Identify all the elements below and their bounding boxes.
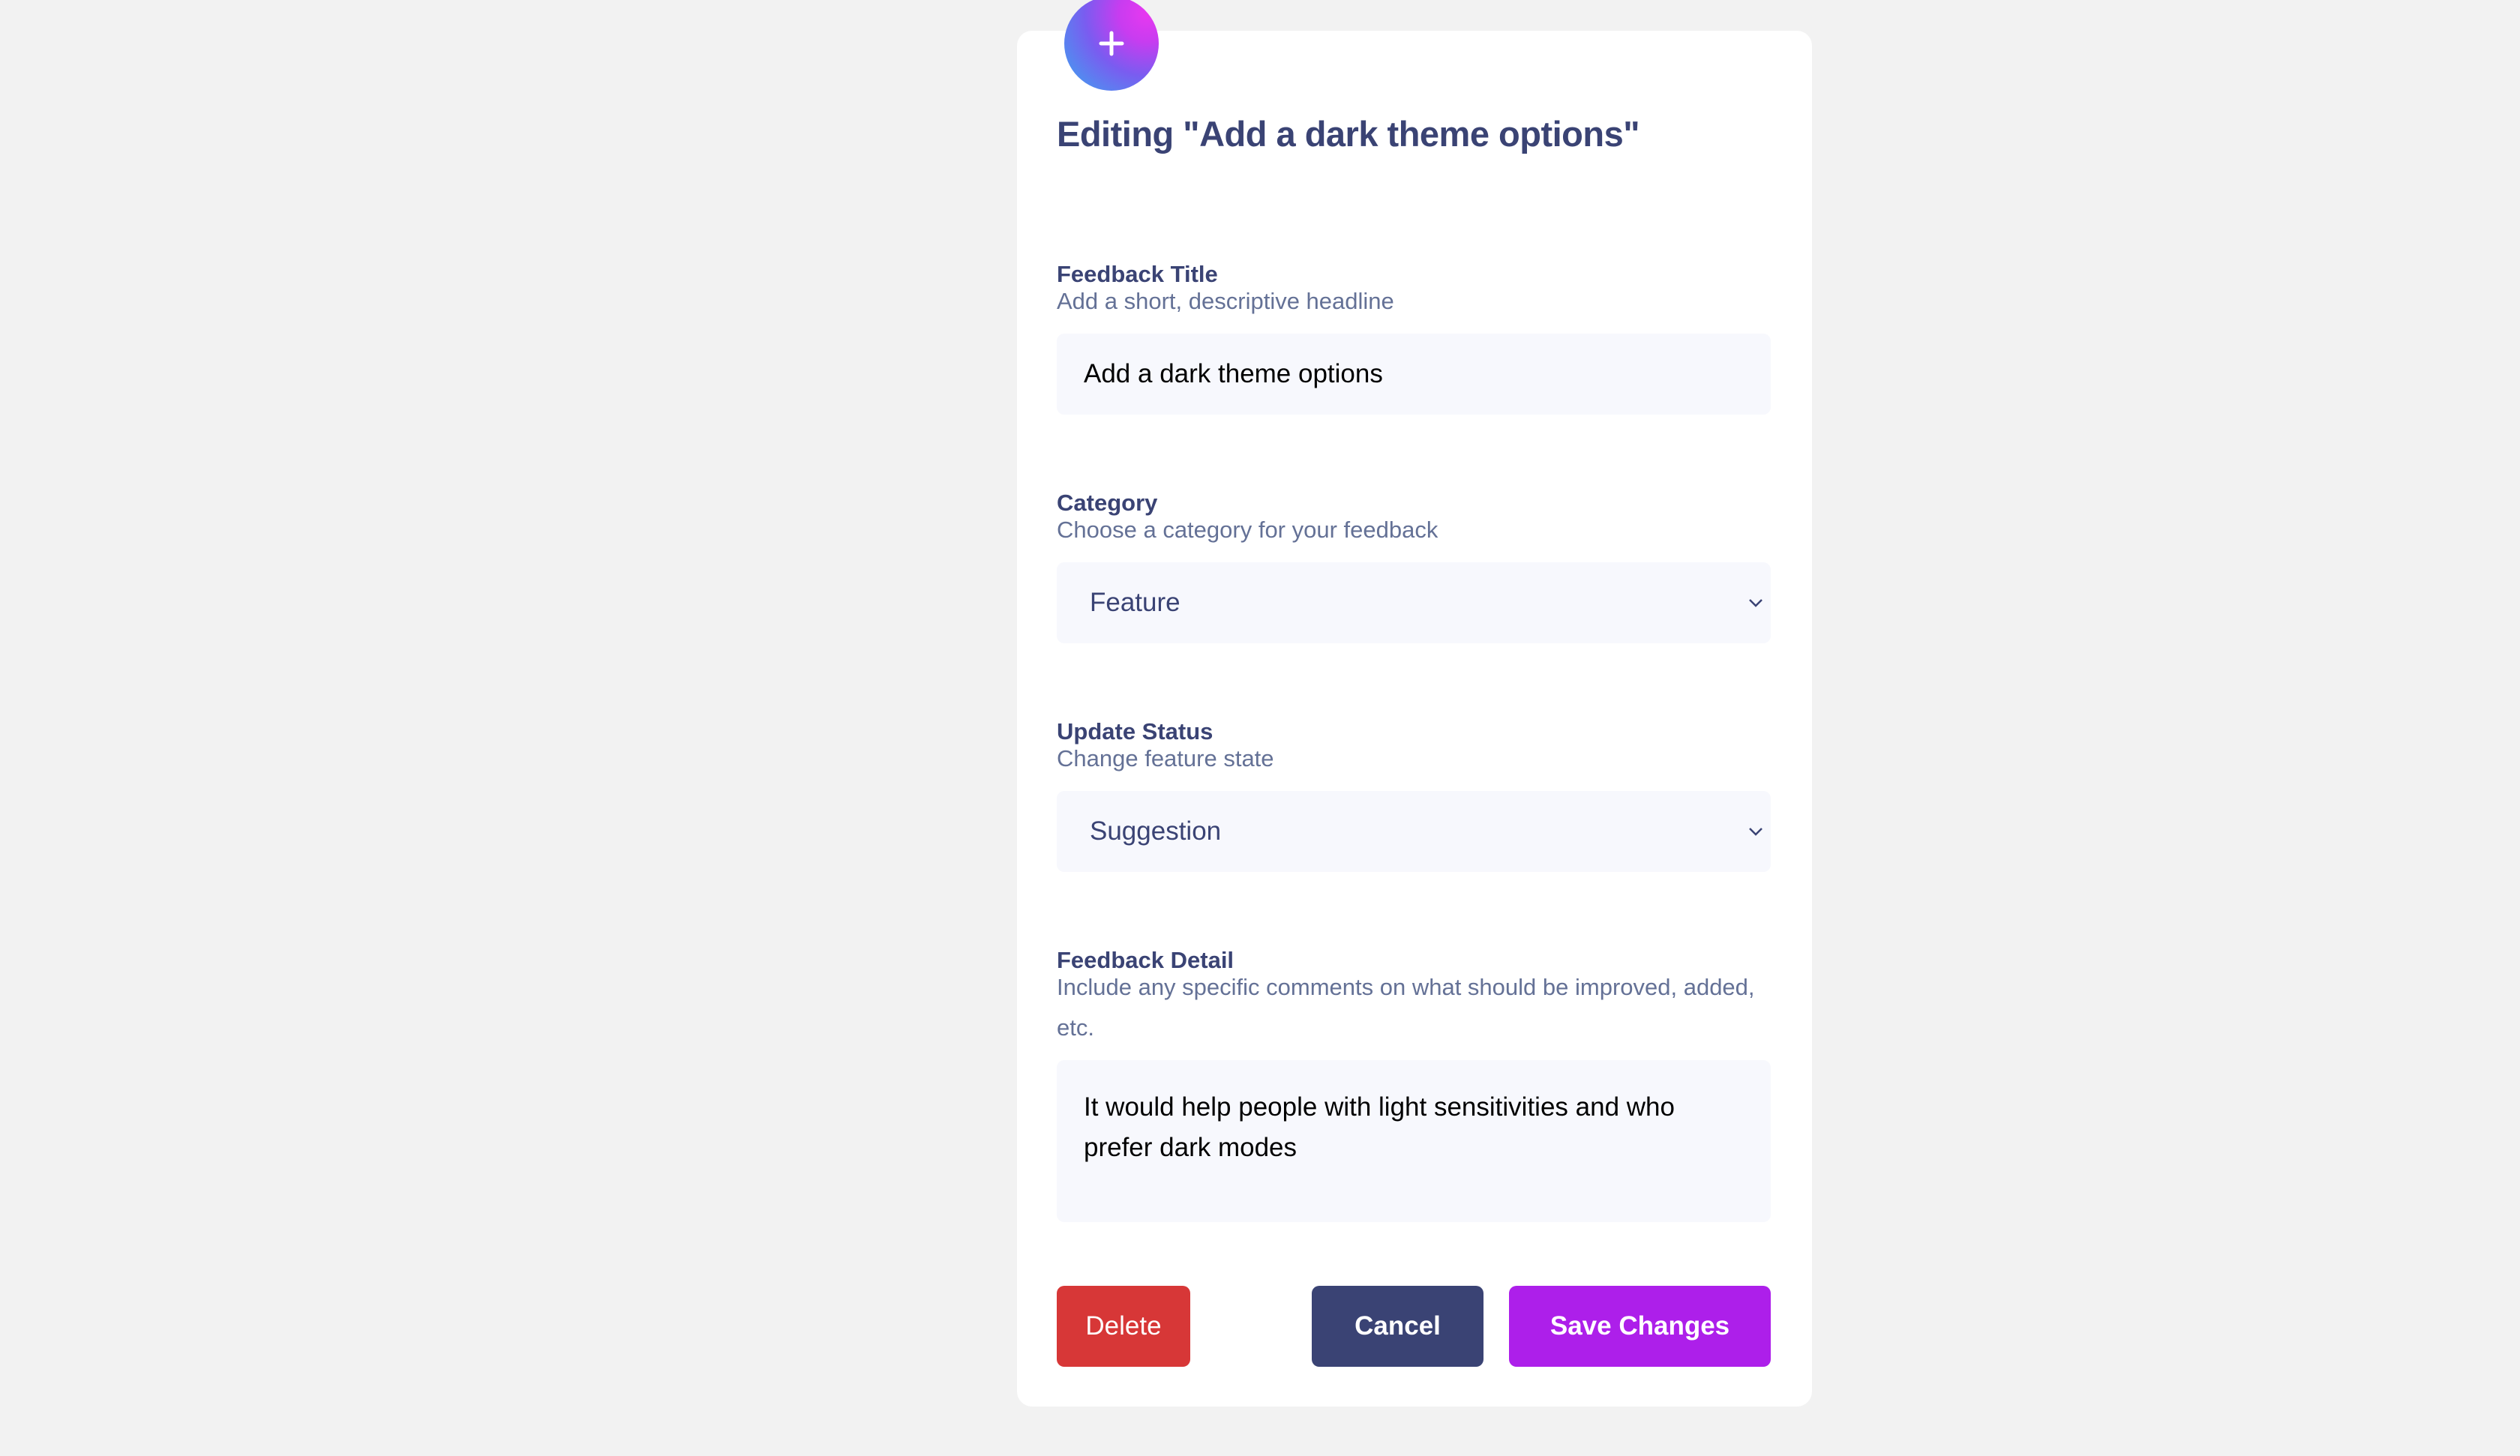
feedback-title-hint: Add a short, descriptive headline [1057,288,1394,314]
chevron-down-icon [1749,599,1762,607]
save-changes-button[interactable]: Save Changes [1509,1286,1771,1367]
status-selected-value: Suggestion [1090,816,1222,846]
page-title: Editing "Add a dark theme options" [1057,114,1640,154]
delete-button[interactable]: Delete [1057,1286,1190,1367]
feedback-detail-value: It would help people with light sensitiv… [1084,1092,1675,1162]
chevron-down-icon [1749,828,1762,836]
status-hint: Change feature state [1057,745,1274,771]
category-selected-value: Feature [1090,588,1180,617]
cancel-button[interactable]: Cancel [1312,1286,1484,1367]
feedback-detail-textarea[interactable]: It would help people with light sensitiv… [1057,1060,1771,1222]
edit-feedback-card: Editing "Add a dark theme options" Feedb… [1017,0,1812,1407]
edit-badge [1064,0,1159,91]
plus-icon [1099,31,1124,56]
category-hint: Choose a category for your feedback [1057,517,1438,543]
category-select[interactable]: Feature [1057,562,1771,643]
feedback-title-value: Add a dark theme options [1084,359,1383,388]
status-select[interactable]: Suggestion [1057,791,1771,872]
feedback-title-input[interactable]: Add a dark theme options [1057,334,1771,415]
feedback-detail-hint: Include any specific comments on what sh… [1057,974,1755,1041]
